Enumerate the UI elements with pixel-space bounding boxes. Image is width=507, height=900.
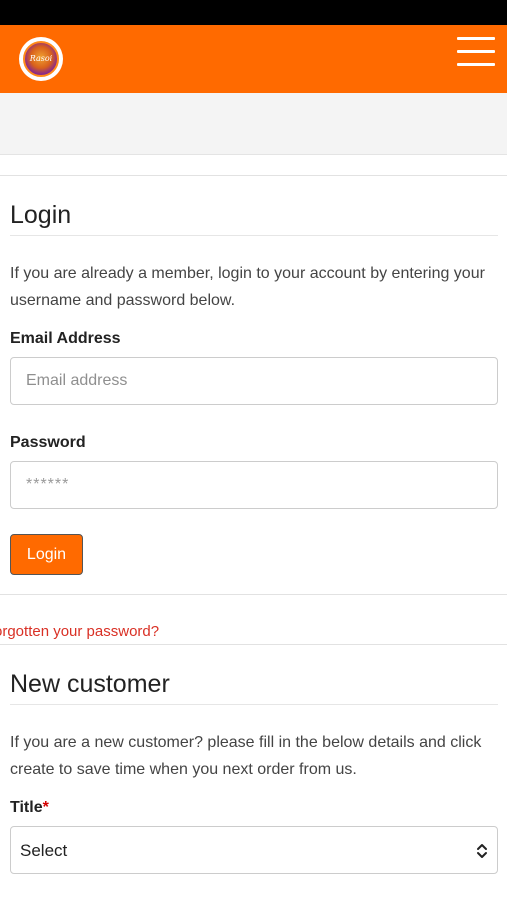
password-field[interactable] [10, 461, 498, 509]
login-intro-text: If you are already a member, login to yo… [10, 265, 485, 309]
title-select-value: Select [20, 841, 68, 860]
menu-bar [457, 37, 495, 40]
title-label: Title* [10, 798, 49, 818]
divider [0, 175, 507, 176]
title-label-text: Title [10, 799, 43, 816]
title-select[interactable]: Select [10, 826, 498, 874]
menu-bar [457, 50, 495, 53]
up-down-chevron-icon [477, 844, 487, 858]
breadcrumb-band [0, 93, 507, 155]
new-customer-intro-text: If you are a new customer? please fill i… [10, 734, 482, 778]
forgot-password-link[interactable]: orgotten your password? [0, 622, 159, 642]
title-underline [10, 235, 498, 236]
status-bar [0, 0, 507, 25]
divider [0, 644, 507, 645]
logo-emblem: Rasoi [23, 41, 59, 77]
divider [0, 594, 507, 595]
email-field[interactable] [10, 357, 498, 405]
site-header: Rasoi [0, 25, 507, 93]
hamburger-menu-icon[interactable] [457, 37, 495, 67]
title-underline [10, 704, 498, 705]
required-marker: * [42, 799, 49, 816]
password-label: Password [10, 434, 86, 451]
login-button[interactable]: Login [10, 534, 83, 575]
login-title: Login [10, 201, 72, 229]
email-label: Email Address [10, 330, 121, 347]
logo[interactable]: Rasoi [19, 37, 63, 81]
new-customer-title: New customer [10, 670, 170, 698]
logo-text: Rasoi [29, 54, 53, 63]
menu-bar [457, 63, 495, 66]
